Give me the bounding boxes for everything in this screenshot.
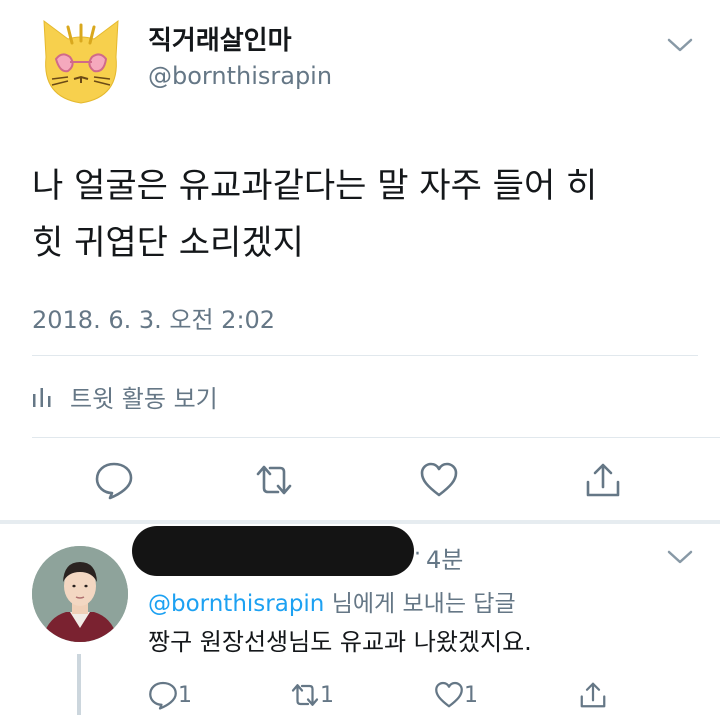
- tweet-activity-label: 트윗 활동 보기: [70, 384, 218, 413]
- reply-text: 짱구 원장선생님도 유교과 나왔겠지요.: [148, 628, 532, 656]
- heart-icon: [435, 681, 463, 708]
- divider: [32, 437, 720, 438]
- like-button[interactable]: [419, 460, 459, 504]
- divider: [32, 355, 698, 356]
- reply-icon: [95, 462, 133, 500]
- thread-line: [77, 654, 81, 715]
- like-count: 1: [464, 682, 478, 708]
- redacted-display-name: [132, 526, 414, 576]
- chevron-down-icon: [667, 38, 693, 52]
- tweet-menu-chevron[interactable]: [666, 36, 694, 58]
- share-icon: [586, 463, 620, 497]
- tweet-text: 나 얼굴은 유교과같다는 말 자주 들어 히 힛 귀엽단 소리겠지: [32, 158, 692, 272]
- retweet-count: 1: [320, 682, 334, 708]
- reply-time: 4분: [426, 546, 464, 574]
- reply-retweet-button[interactable]: 1: [290, 680, 334, 710]
- reply-count: 1: [178, 682, 192, 708]
- reply-icon: [149, 681, 177, 710]
- reply-menu-chevron[interactable]: [666, 548, 694, 570]
- reply-reply-button[interactable]: 1: [148, 680, 192, 710]
- reply-share-button[interactable]: [578, 680, 608, 710]
- tweet-text-line: 나 얼굴은 유교과같다는 말 자주 들어 히: [32, 166, 598, 206]
- heart-icon: [420, 462, 458, 497]
- share-icon: [580, 682, 606, 708]
- replying-to: @bornthisrapin 님에게 보내는 답글: [148, 584, 516, 618]
- author-handle[interactable]: @bornthisrapin: [148, 62, 332, 90]
- reply-author-avatar[interactable]: [32, 546, 128, 642]
- section-divider: [0, 520, 720, 524]
- tweet-timestamp: 2018. 6. 3. 오전 2:02: [32, 306, 276, 334]
- reply-like-button[interactable]: 1: [434, 680, 478, 710]
- retweet-icon: [291, 684, 319, 706]
- share-button[interactable]: [583, 460, 623, 504]
- tweet-text-line: 힛 귀엽단 소리겠지: [32, 223, 304, 263]
- reply-time-separator: ·: [414, 542, 421, 567]
- author-display-name[interactable]: 직거래살인마: [148, 20, 292, 57]
- retweet-button[interactable]: [254, 460, 294, 504]
- bar-chart-icon: [33, 388, 51, 407]
- retweet-icon: [256, 465, 292, 495]
- tweet-activity-link[interactable]: 트윗 활동 보기: [32, 378, 218, 414]
- replying-to-handle[interactable]: @bornthisrapin: [148, 591, 324, 617]
- replying-to-suffix: 님에게 보내는 답글: [324, 591, 516, 617]
- author-avatar[interactable]: [38, 17, 124, 107]
- chevron-down-icon: [667, 550, 693, 564]
- reply-button[interactable]: [94, 460, 134, 504]
